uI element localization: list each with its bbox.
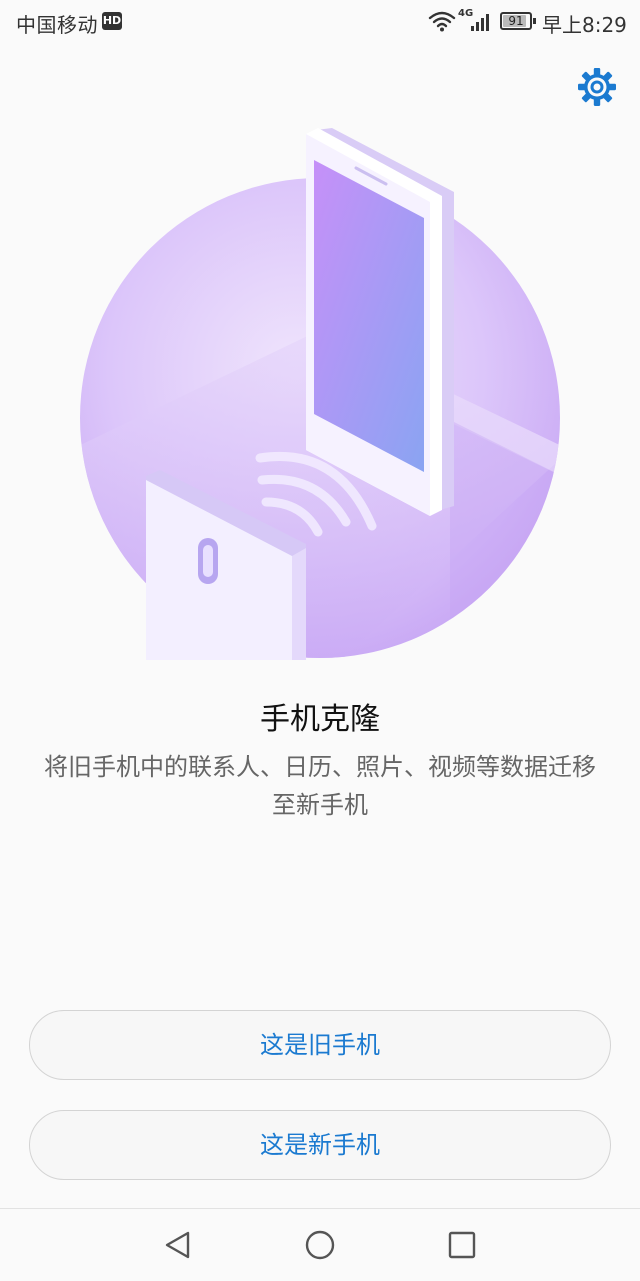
navigation-bar xyxy=(0,1208,640,1281)
battery-cap xyxy=(533,18,536,24)
battery-indicator: 91 xyxy=(500,12,532,30)
signal-icon xyxy=(471,14,489,31)
new-phone-button[interactable]: 这是新手机 xyxy=(29,1110,611,1180)
page-description: 将旧手机中的联系人、日历、照片、视频等数据迁移至新手机 xyxy=(44,753,596,819)
recent-apps-icon[interactable] xyxy=(446,1229,478,1261)
settings-gear-icon[interactable] xyxy=(576,66,618,108)
carrier-label: 中国移动 xyxy=(16,13,98,37)
back-icon[interactable] xyxy=(162,1229,194,1261)
page-title: 手机克隆 xyxy=(260,702,380,737)
hd-badge: HD xyxy=(102,12,122,30)
battery-level: 91 xyxy=(508,14,524,28)
status-time: 早上8:29 xyxy=(542,13,627,37)
home-icon[interactable] xyxy=(304,1229,336,1261)
status-bar: 中国移动 HD 4G 91 早上8:29 xyxy=(0,0,640,44)
new-phone-graphic xyxy=(306,128,454,516)
phone-clone-illustration xyxy=(80,128,560,660)
old-phone-button[interactable]: 这是旧手机 xyxy=(29,1010,611,1080)
wifi-icon xyxy=(428,11,456,32)
